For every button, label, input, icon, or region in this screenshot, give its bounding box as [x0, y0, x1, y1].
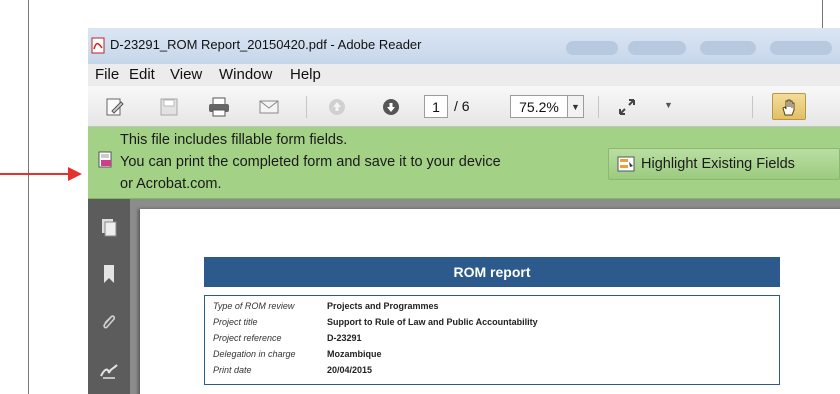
- pdf-page: ROM report Type of ROM review Projects a…: [140, 209, 840, 394]
- email-button[interactable]: [256, 95, 282, 119]
- window-control-blurred: [700, 41, 756, 55]
- annotation-arrow-shaft: [0, 173, 72, 175]
- table-row: Project title Support to Rule of Law and…: [213, 317, 773, 332]
- table-row: Project reference D-23291: [213, 333, 773, 348]
- row-value: Support to Rule of Law and Public Accoun…: [327, 317, 538, 327]
- window-control-blurred: [628, 41, 686, 55]
- edit-sign-button[interactable]: [102, 95, 128, 119]
- save-button[interactable]: [156, 95, 182, 119]
- pages-icon: [102, 219, 117, 237]
- rom-info-table: Type of ROM review Projects and Programm…: [204, 295, 780, 385]
- menu-view[interactable]: View: [170, 66, 202, 83]
- notification-line-1: This file includes fillable form fields.: [120, 132, 348, 148]
- document-view-area: ROM report Type of ROM review Projects a…: [130, 199, 840, 394]
- signatures-panel-button[interactable]: [99, 359, 119, 381]
- zoom-input[interactable]: 75.2%: [510, 95, 568, 118]
- row-label: Print date: [213, 365, 252, 375]
- window-control-blurred: [770, 41, 832, 55]
- table-row: Delegation in charge Mozambique: [213, 349, 773, 364]
- window-title: D-23291_ROM Report_20150420.pdf - Adobe …: [110, 37, 422, 52]
- row-value: Mozambique: [327, 349, 382, 359]
- toolbar-separator: [752, 96, 753, 118]
- chevron-down-icon: ▼: [571, 101, 580, 112]
- highlight-fields-icon: [617, 156, 635, 172]
- chevron-down-icon: ▼: [664, 100, 673, 110]
- attachment-icon: [103, 315, 116, 329]
- bookmark-icon: [104, 265, 114, 283]
- hand-tool-button[interactable]: [772, 93, 806, 120]
- annotation-arrow-head: [68, 167, 82, 181]
- form-fields-notification-bar: This file includes fillable form fields.…: [88, 127, 840, 199]
- pages-panel-button[interactable]: [99, 217, 119, 239]
- navigation-sidebar: [88, 199, 130, 394]
- menu-window[interactable]: Window: [219, 66, 272, 83]
- adobe-reader-window: D-23291_ROM Report_20150420.pdf - Adobe …: [88, 28, 840, 394]
- title-bar: D-23291_ROM Report_20150420.pdf - Adobe …: [88, 28, 840, 64]
- fit-options-dropdown[interactable]: ▼: [664, 100, 673, 110]
- save-icon: [160, 98, 178, 116]
- form-document-icon: [98, 151, 112, 168]
- rom-report-heading: ROM report: [204, 257, 780, 287]
- page-number-input[interactable]: 1: [424, 95, 448, 118]
- menu-help[interactable]: Help: [290, 66, 321, 83]
- row-label: Project title: [213, 317, 258, 327]
- toolbar-separator: [598, 96, 599, 118]
- row-label: Type of ROM review: [213, 301, 295, 311]
- highlight-existing-fields-button[interactable]: Highlight Existing Fields: [608, 148, 840, 180]
- row-label: Project reference: [213, 333, 282, 343]
- attachments-panel-button[interactable]: [99, 311, 119, 333]
- notification-line-2: You can print the completed form and sav…: [120, 154, 501, 170]
- table-row: Type of ROM review Projects and Programm…: [213, 301, 773, 316]
- previous-page-button[interactable]: [324, 95, 350, 119]
- row-label: Delegation in charge: [213, 349, 296, 359]
- toolbar-separator: [306, 96, 307, 118]
- toolbar: 1 / 6 75.2% ▼ ▼: [88, 86, 840, 127]
- pdf-file-icon: [91, 37, 105, 54]
- previous-page-icon: [329, 99, 345, 115]
- bookmarks-panel-button[interactable]: [99, 263, 119, 285]
- fit-page-icon: [619, 99, 635, 115]
- notification-line-3: or Acrobat.com.: [120, 176, 222, 192]
- signature-icon: [100, 364, 118, 379]
- print-icon: [209, 97, 229, 117]
- screenshot-left-border: [28, 0, 29, 394]
- table-row: Print date 20/04/2015: [213, 365, 773, 380]
- next-page-icon: [383, 99, 399, 115]
- email-icon: [259, 100, 279, 114]
- zoom-dropdown-button[interactable]: ▼: [568, 95, 584, 118]
- row-value: Projects and Programmes: [327, 301, 439, 311]
- menu-bar: File Edit View Window Help: [88, 64, 840, 86]
- menu-file[interactable]: File: [95, 66, 119, 83]
- window-control-blurred: [566, 41, 618, 55]
- hand-tool-icon: [782, 99, 795, 115]
- edit-sign-icon: [106, 98, 124, 116]
- row-value: D-23291: [327, 333, 362, 343]
- fit-page-button[interactable]: [614, 95, 640, 119]
- menu-edit[interactable]: Edit: [129, 66, 155, 83]
- row-value: 20/04/2015: [327, 365, 373, 375]
- next-page-button[interactable]: [378, 95, 404, 119]
- highlight-button-label: Highlight Existing Fields: [641, 156, 795, 172]
- print-button[interactable]: [206, 95, 232, 119]
- page-count: / 6: [454, 98, 470, 114]
